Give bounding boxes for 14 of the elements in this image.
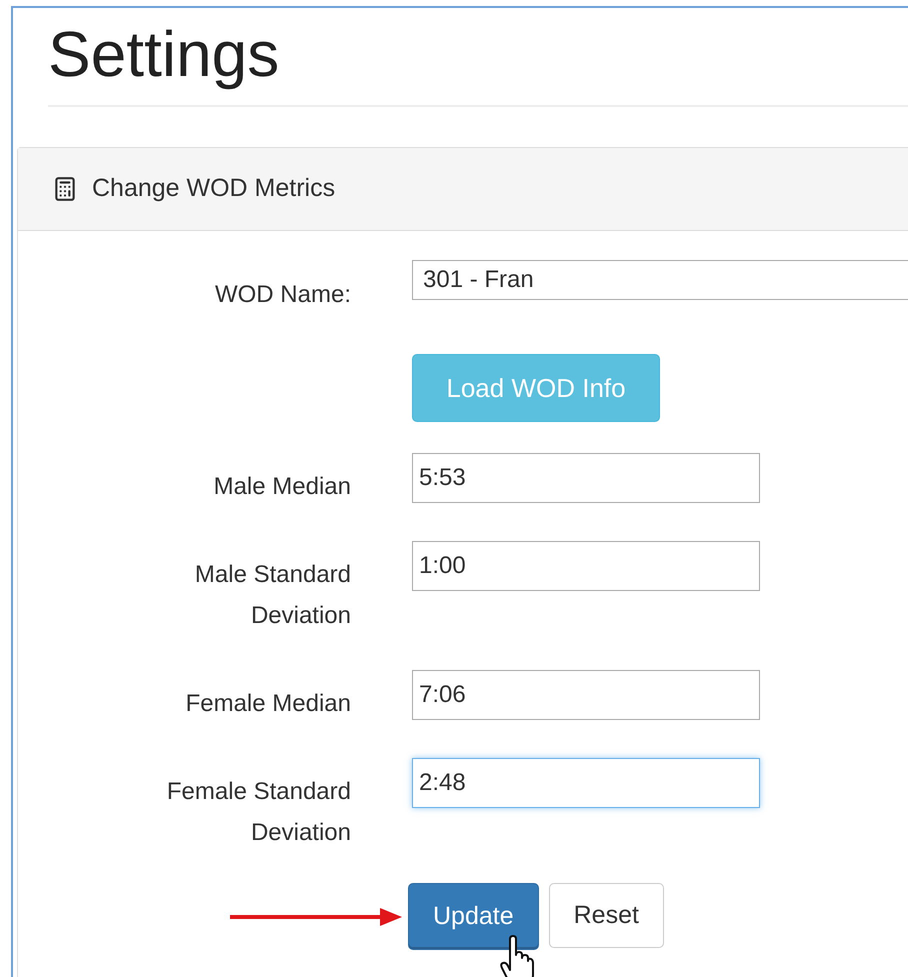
reset-button[interactable]: Reset <box>548 883 664 948</box>
page-title: Settings <box>48 17 280 92</box>
input-field[interactable]: 1:00 <box>412 541 760 591</box>
panel-title: Change WOD Metrics <box>92 173 336 204</box>
input-field[interactable]: 7:06 <box>412 670 760 720</box>
field-label: Female Median <box>184 689 351 719</box>
field-label: Male Standard Deviation <box>194 560 351 631</box>
input-field[interactable]: 2:48 <box>412 758 760 808</box>
update-button[interactable]: Update <box>408 883 539 950</box>
field-label: WOD Name: <box>214 280 351 310</box>
wod-name-field[interactable]: 301 - Fran <box>412 260 908 300</box>
input-field[interactable]: 5:53 <box>412 453 760 503</box>
field-label: Female Standard Deviation <box>166 777 351 848</box>
field-label: Male Median <box>212 472 351 502</box>
